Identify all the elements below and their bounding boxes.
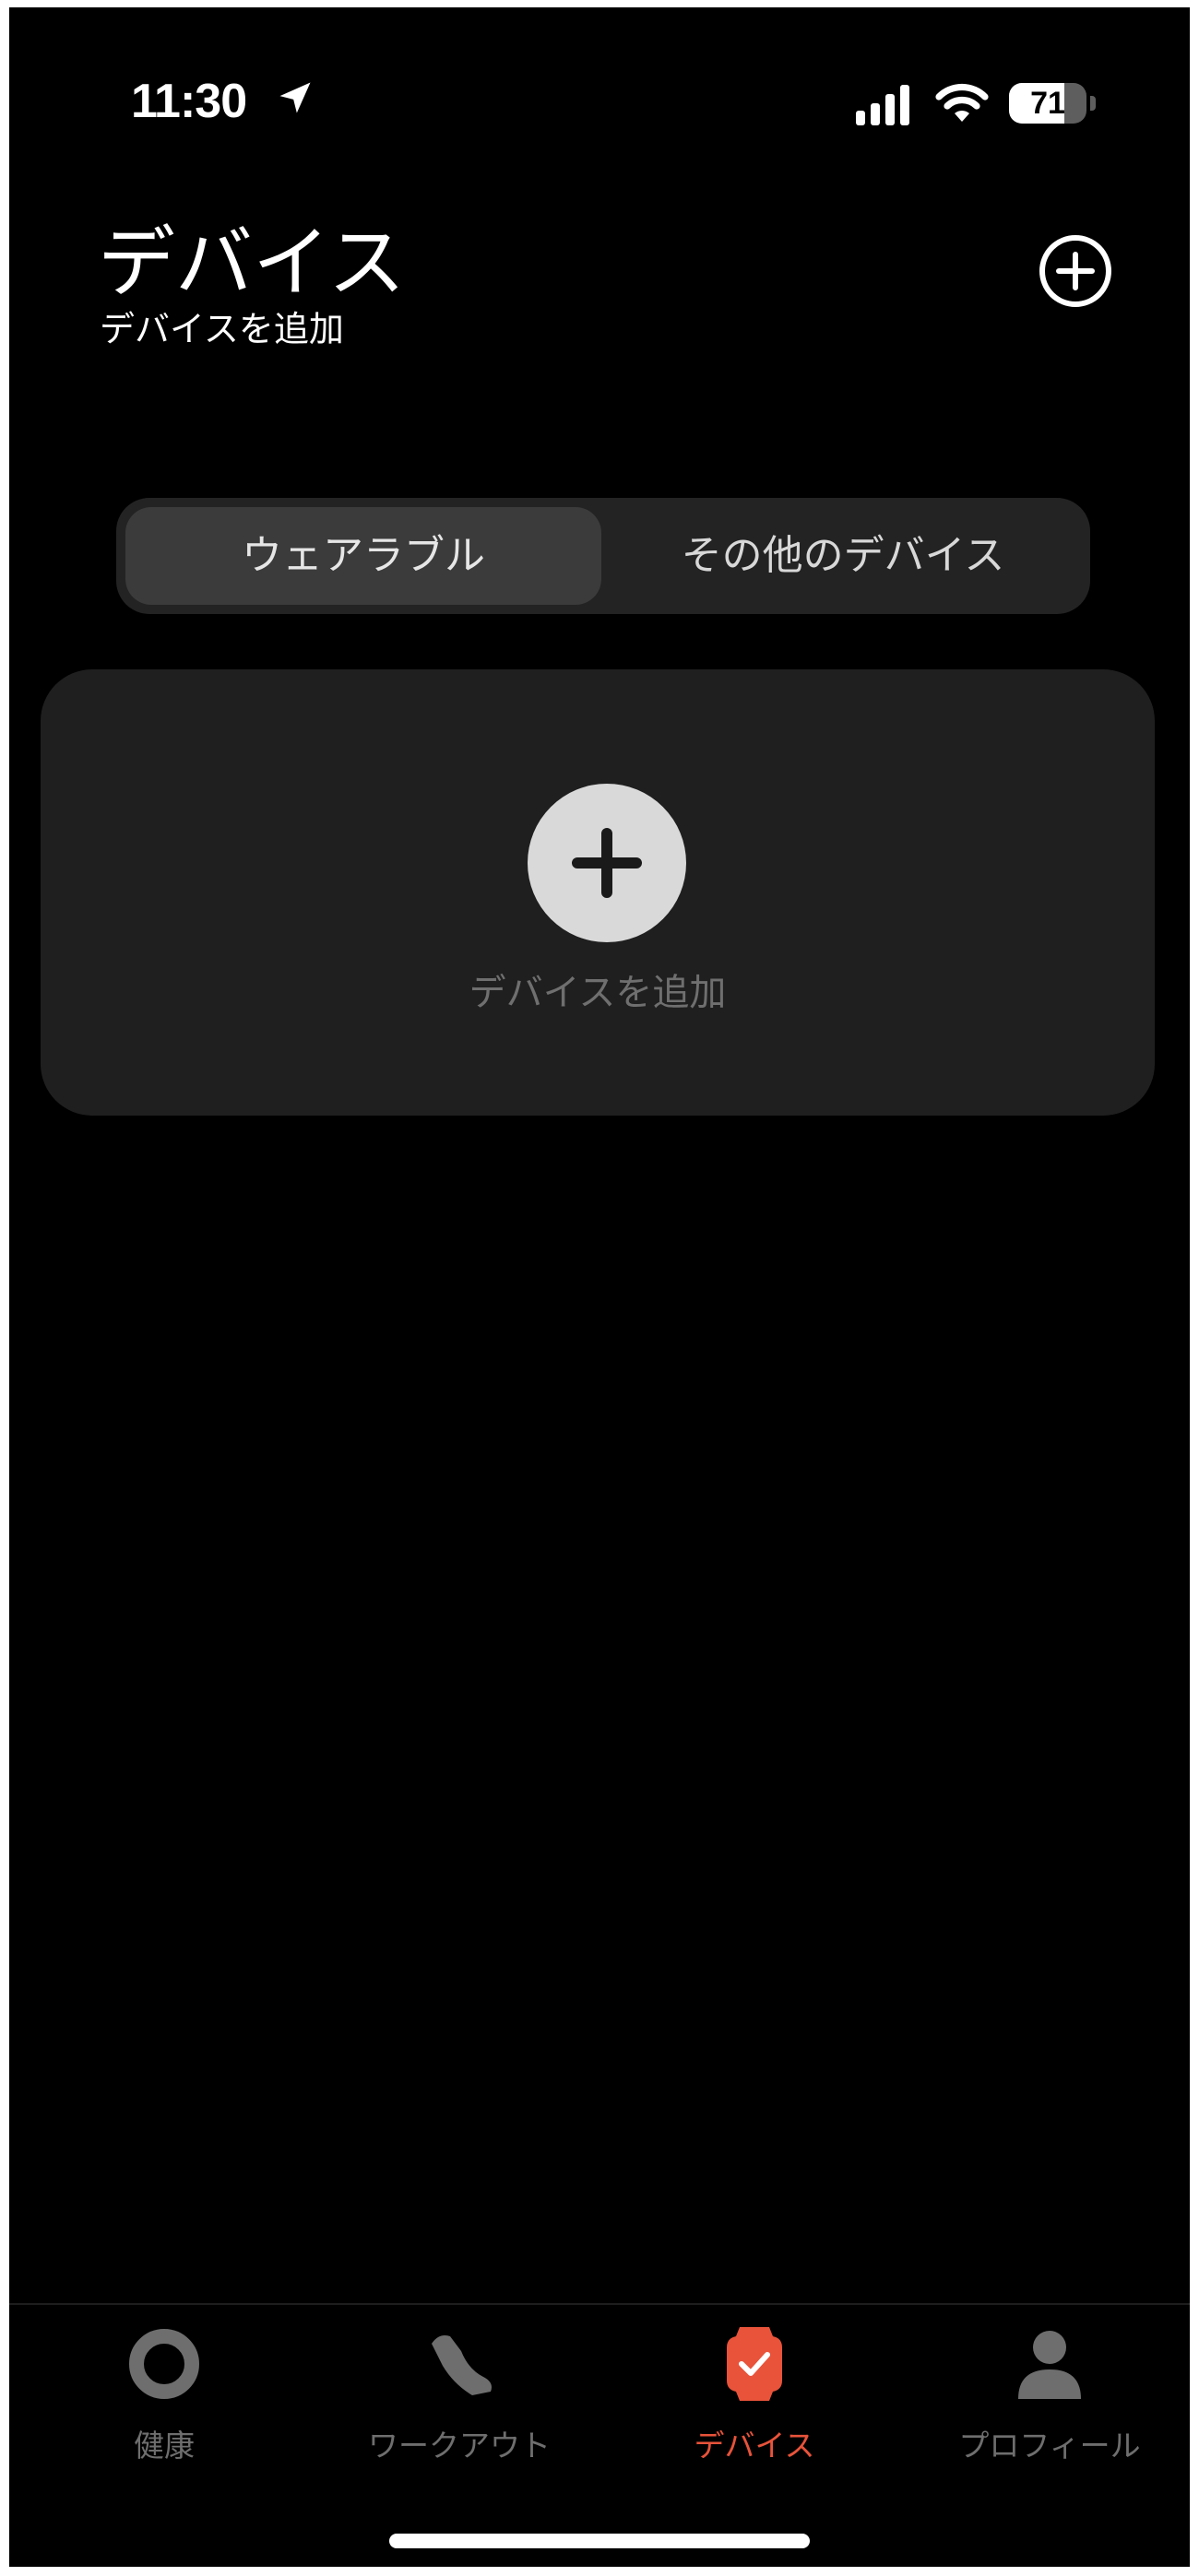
plus-icon <box>572 828 642 898</box>
page-subtitle: デバイスを追加 <box>100 309 344 349</box>
battery-level: 71 <box>1030 86 1065 121</box>
bottom-tab-bar: 健康 ワークアウト デバイス プロフィール <box>9 2303 1190 2567</box>
battery-indicator: 71 <box>1009 83 1098 124</box>
add-device-button[interactable] <box>528 784 686 942</box>
ring-icon <box>129 2329 199 2399</box>
tabbar-label-devices: デバイス <box>694 2428 815 2464</box>
location-arrow-icon <box>279 82 311 113</box>
add-device-label: デバイスを追加 <box>469 972 727 1014</box>
watch-icon <box>727 2327 782 2401</box>
tabbar-label-health: 健康 <box>134 2428 195 2464</box>
tabbar-label-workout: ワークアウト <box>368 2428 551 2464</box>
page-title: デバイス <box>98 218 406 308</box>
device-screen: 11:30 71 デバイス デバイスを追加 ウェアラブル その他のデバイス デバ… <box>9 7 1190 2567</box>
home-indicator[interactable] <box>389 2534 810 2548</box>
battery-icon: 71 <box>1009 83 1086 124</box>
cellular-signal-icon <box>856 85 909 125</box>
tab-wearables[interactable]: ウェアラブル <box>125 507 601 605</box>
add-device-card[interactable]: デバイスを追加 <box>41 669 1155 1116</box>
tabbar-item-profile[interactable]: プロフィール <box>902 2305 1190 2489</box>
device-type-segmented-control: ウェアラブル その他のデバイス <box>116 498 1090 614</box>
tab-other-devices[interactable]: その他のデバイス <box>605 507 1081 605</box>
battery-cap <box>1090 96 1096 111</box>
status-time: 11:30 <box>131 75 247 128</box>
person-icon <box>1018 2331 1081 2399</box>
wifi-icon <box>935 83 989 122</box>
tabbar-item-health[interactable]: 健康 <box>17 2305 312 2489</box>
tabbar-label-profile: プロフィール <box>958 2428 1141 2464</box>
shoe-icon <box>432 2335 492 2395</box>
tabbar-item-workout[interactable]: ワークアウト <box>312 2305 607 2489</box>
tabbar-item-devices[interactable]: デバイス <box>607 2305 902 2489</box>
plus-circle-icon[interactable] <box>1037 232 1114 310</box>
